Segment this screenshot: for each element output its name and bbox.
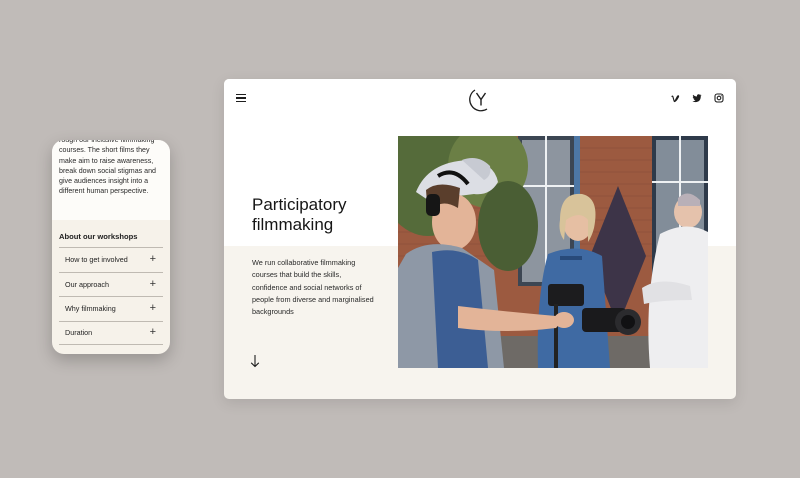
accordion-item-label: Duration [65, 328, 93, 338]
mobile-intro-section: rough our inclusive filmmaking courses. … [52, 140, 170, 220]
logo-icon[interactable] [469, 86, 493, 112]
mobile-intro-text: rough our inclusive filmmaking courses. … [59, 140, 156, 196]
hero-photo [398, 136, 708, 368]
mobile-preview: rough our inclusive filmmaking courses. … [52, 140, 170, 354]
desktop-preview: Participatory filmmaking We run collabor… [224, 79, 736, 399]
instagram-icon[interactable] [714, 93, 724, 103]
accordion-item-our-approach[interactable]: Our approach + [59, 271, 163, 297]
accordion-item-how-to-get-involved[interactable]: How to get involved + [59, 247, 163, 272]
plus-icon[interactable]: + [150, 254, 156, 265]
accordion-item-duration[interactable]: Duration + [59, 320, 163, 345]
social-links [670, 93, 724, 103]
accordion-item-label: How to get involved [65, 255, 128, 265]
hero-description: We run collaborative filmmaking courses … [252, 258, 374, 317]
hero-title: Participatory filmmaking [252, 195, 347, 234]
vimeo-icon[interactable] [670, 93, 680, 103]
arrow-down-icon[interactable] [250, 354, 260, 368]
twitter-icon[interactable] [692, 93, 702, 103]
plus-icon[interactable]: + [150, 327, 156, 338]
accordion-item-label: Why filmmaking [65, 304, 116, 314]
mobile-workshops-section: About our workshops How to get involved … [52, 232, 170, 345]
accordion-item-why-filmmaking[interactable]: Why filmmaking + [59, 296, 163, 321]
plus-icon[interactable]: + [150, 278, 156, 290]
plus-icon[interactable]: + [150, 303, 156, 314]
workshops-accordion: How to get involved + Our approach + Why… [59, 247, 163, 345]
accordion-item-label: Our approach [65, 279, 109, 289]
workshops-heading: About our workshops [59, 232, 138, 241]
menu-icon[interactable] [236, 94, 246, 102]
